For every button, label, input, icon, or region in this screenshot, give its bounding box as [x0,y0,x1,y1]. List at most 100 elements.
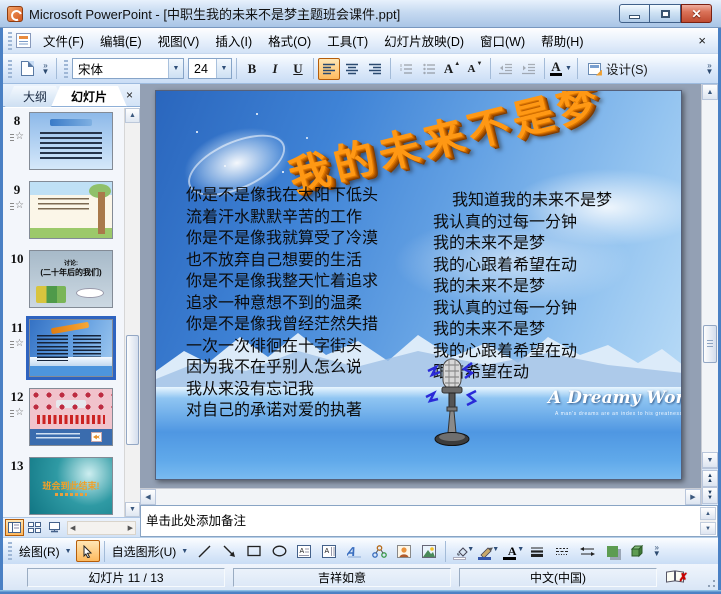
toolbar-overflow-icon[interactable]: » ▼ [703,57,716,81]
slide-11-editor[interactable]: 我的未来不是梦 你是不是像我在太阳下低头 流着汗水默默辛苦的工作 你是不是像我就… [155,90,682,480]
menu-item-slideshow[interactable]: 幻灯片放映(D) [376,27,472,54]
font-size-combobox[interactable]: 24 ▼ [188,58,232,79]
normal-view-button[interactable] [5,519,24,536]
menu-item-insert[interactable]: 插入(I) [207,27,260,54]
notes-scrollbar[interactable]: ▲ ▼ [700,507,716,535]
toolbar-grip[interactable] [8,31,12,50]
thumbnail-hscrollbar[interactable]: ◀ ▶ [67,520,136,535]
scroll-right-icon[interactable]: ▶ [128,524,133,532]
menubar-close-icon[interactable]: × [688,33,716,48]
menu-item-tools[interactable]: 工具(T) [319,27,376,54]
slide-horizontal-scrollbar[interactable]: ◀ ▶ [140,488,701,505]
chevron-down-icon[interactable]: ▼ [467,546,474,553]
animation-star-icon[interactable]: ☆ [10,201,24,211]
increase-font-button[interactable]: A ▲ [441,58,463,80]
font-name-combobox[interactable]: 宋体 ▼ [72,58,184,79]
toolbar-overflow-icon[interactable]: » ▼ [650,539,663,563]
scroll-up-icon[interactable]: ▲ [702,84,718,100]
next-slide-button[interactable]: ▼ ▼ [702,487,718,504]
scroll-down-icon[interactable]: ▼ [702,452,718,468]
scroll-up-icon[interactable]: ▲ [125,108,140,123]
spellcheck-icon[interactable]: ✗ [665,569,688,585]
scroll-thumb[interactable] [126,335,139,446]
thumbnail-scrollbar[interactable]: ▲ ▼ [124,108,140,517]
slideshow-view-button[interactable] [45,519,64,536]
align-right-button[interactable] [364,58,386,80]
line-style-button[interactable] [525,540,549,562]
slide-9-thumbnail[interactable] [29,181,113,239]
select-objects-button[interactable] [75,540,100,562]
arrow-tool-button[interactable] [217,540,241,562]
tab-slides[interactable]: 幻灯片 [51,86,127,107]
microphone-clipart[interactable] [422,353,482,453]
slide-design-button[interactable]: 设计(S) [582,58,654,80]
wordart-button[interactable]: A [342,540,366,562]
close-button[interactable]: ✕ [681,4,712,23]
shadow-style-button[interactable] [600,540,624,562]
line-color-button[interactable]: ▼ [475,540,499,562]
scroll-up-icon[interactable]: ▲ [700,507,716,520]
chevron-down-icon[interactable]: ▼ [168,59,183,78]
scroll-left-icon[interactable]: ◀ [140,489,156,505]
chevron-down-icon[interactable]: ▼ [565,65,572,72]
notes-pane[interactable]: 单击此处添加备注 ▲ ▼ [140,505,718,537]
fill-color-button[interactable]: ▼ [450,540,474,562]
resize-grip[interactable] [704,576,716,588]
vertical-text-box-button[interactable]: A [317,540,341,562]
previous-slide-button[interactable]: ▲ ▲ [702,470,718,487]
animation-star-icon[interactable]: ☆ [10,339,24,349]
numbering-button[interactable] [395,58,417,80]
bullets-button[interactable] [418,58,440,80]
oval-tool-button[interactable] [267,540,291,562]
decrease-indent-button[interactable] [495,58,517,80]
scroll-down-icon[interactable]: ▼ [125,502,140,517]
underline-button[interactable]: U [287,58,309,80]
slide-sorter-view-button[interactable] [25,519,44,536]
slide-13-thumbnail[interactable]: 班会到此结束! [29,457,113,515]
toolbar-grip[interactable] [64,59,68,78]
lyrics-left-textbox[interactable]: 你是不是像我在太阳下低头 流着汗水默默辛苦的工作 你是不是像我就算受了冷漠 也不… [186,185,378,422]
restore-button[interactable] [650,4,681,23]
dash-style-button[interactable] [550,540,574,562]
scroll-thumb[interactable] [703,325,717,364]
scroll-left-icon[interactable]: ◀ [70,524,75,532]
chevron-down-icon[interactable]: ▼ [517,546,524,553]
minimize-button[interactable] [619,4,650,23]
rectangle-tool-button[interactable] [242,540,266,562]
draw-font-color-button[interactable]: A ▼ [500,540,524,562]
menu-item-format[interactable]: 格式(O) [260,27,319,54]
insert-clipart-button[interactable] [392,540,416,562]
scroll-down-icon[interactable]: ▼ [700,522,716,535]
scroll-right-icon[interactable]: ▶ [685,489,701,505]
menu-item-edit[interactable]: 编辑(E) [92,27,150,54]
line-tool-button[interactable] [192,540,216,562]
slide-8-thumbnail[interactable] [29,112,113,170]
slide-11-thumbnail[interactable] [26,316,116,380]
bold-button[interactable]: B [241,58,263,80]
menu-item-file[interactable]: 文件(F) [35,27,92,54]
insert-picture-button[interactable] [417,540,441,562]
slide-12-thumbnail[interactable] [29,388,113,446]
chevron-down-icon[interactable]: ▼ [216,59,231,78]
chevron-down-icon[interactable]: ▼ [492,546,499,553]
menu-item-help[interactable]: 帮助(H) [533,27,591,54]
slide-vertical-scrollbar[interactable]: ▲ ▼ ▲ ▲ ▼ ▼ [701,84,718,505]
decrease-font-button[interactable]: A ▼ [464,58,486,80]
panel-close-button[interactable]: × [122,87,137,102]
slide-10-thumbnail[interactable]: 讨论: (二十年后的我们) [29,250,113,308]
toolbar-grip[interactable] [8,542,12,560]
font-color-button[interactable]: A ▼ [549,58,573,80]
increase-indent-button[interactable] [518,58,540,80]
toolbar-overflow-icon[interactable]: » ▼ [39,57,52,81]
align-center-button[interactable] [341,58,363,80]
align-left-button[interactable] [318,57,340,80]
design-template-indicator[interactable]: 吉祥如意 [233,567,451,587]
toolbar-grip[interactable] [8,59,12,78]
scroll-track[interactable] [125,123,140,502]
italic-button[interactable]: I [264,58,286,80]
autoshapes-menu-button[interactable]: 自选图形(U) ▼ [109,541,192,562]
menu-item-view[interactable]: 视图(V) [150,27,208,54]
draw-menu-button[interactable]: 绘图(R) ▼ [16,541,75,562]
new-slide-button[interactable] [16,58,38,80]
animation-star-icon[interactable]: ☆ [10,132,24,142]
